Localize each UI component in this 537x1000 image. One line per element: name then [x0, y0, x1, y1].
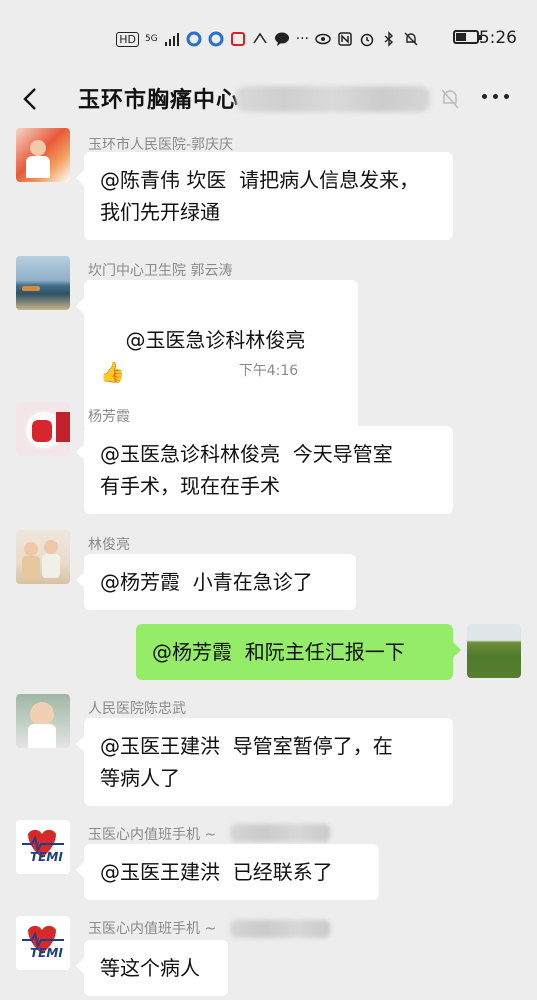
mute-bell-icon — [404, 32, 418, 46]
message-bubble[interactable]: 等这个病人 — [76, 940, 228, 996]
title-redaction — [236, 86, 430, 112]
message-bubble[interactable]: @杨芳霞 小青在急诊了 — [76, 554, 356, 610]
logo-text: TEMI — [30, 946, 63, 960]
more-dot-icon — [504, 94, 509, 99]
eye-icon — [315, 33, 331, 45]
message-bubble-self[interactable]: @杨芳霞 和阮主任汇报一下 — [136, 624, 461, 680]
signal-icon — [164, 33, 179, 46]
sender-redaction — [230, 824, 330, 842]
chat-header: 玉环市胸痛中心 — [0, 78, 537, 120]
more-dot-icon — [493, 94, 498, 99]
mute-notifications-icon — [441, 89, 459, 109]
message-bubble[interactable]: @玉医急诊科林俊亮 今天导管室 有手术，现在在手术 — [76, 426, 453, 514]
temi-logo-avatar[interactable]: TEMI — [16, 820, 70, 874]
sender-redaction — [230, 920, 330, 938]
hd-label: HD — [116, 31, 139, 47]
more-options-button[interactable] — [482, 94, 509, 99]
temi-logo-avatar[interactable]: TEMI — [16, 916, 70, 970]
heart-logo-icon — [22, 829, 64, 858]
avatar-self[interactable] — [467, 624, 521, 678]
avatar[interactable] — [16, 128, 70, 182]
app-icon-4 — [253, 32, 267, 44]
more-dot-icon — [482, 94, 487, 99]
alarm-icon — [360, 33, 374, 47]
app-icon-1 — [186, 31, 202, 47]
status-time: 5:26 — [478, 28, 517, 48]
avatar[interactable] — [16, 402, 70, 456]
message-bubble[interactable]: @玉医王建洪 已经联系了 — [76, 844, 379, 900]
message-bubble[interactable]: @玉医王建洪 导管室暂停了，在 等病人了 — [76, 718, 453, 806]
status-icons: HD 5G ··· — [116, 28, 419, 50]
avatar[interactable] — [16, 530, 70, 584]
chat-bubble-icon — [274, 32, 289, 46]
avatar[interactable] — [16, 256, 70, 310]
5g-label: 5G — [144, 34, 158, 44]
bluetooth-icon — [384, 31, 394, 47]
sender-name: 杨芳霞 — [88, 409, 130, 425]
heart-logo-icon — [22, 925, 64, 954]
time-divider: 下午4:16 — [238, 363, 299, 379]
logo-text: TEMI — [30, 850, 63, 864]
app-icon-3 — [230, 32, 245, 46]
chat-title: 玉环市胸痛中心 — [78, 88, 240, 113]
sender-name: 玉医心内值班手机 ~ — [88, 827, 217, 843]
sender-name: 玉医心内值班手机 ~ — [88, 921, 217, 937]
avatar[interactable] — [16, 694, 70, 748]
status-bar: HD 5G ··· 5:26 — [0, 0, 537, 78]
sender-name: 人民医院陈忠武 — [88, 701, 186, 717]
back-arrow-icon[interactable] — [18, 86, 44, 112]
sender-name: 玉环市人民医院-郭庆庆 — [88, 137, 234, 153]
app-icon-2 — [208, 31, 224, 47]
more-status-icon: ··· — [295, 31, 309, 47]
sender-name: 林俊亮 — [88, 537, 130, 553]
battery-icon — [453, 30, 482, 44]
nfc-icon — [338, 32, 352, 46]
sender-name: 坎门中心卫生院 郭云涛 — [88, 263, 233, 279]
message-bubble[interactable]: @陈青伟 坎医 请把病人信息发来， 我们先开绿通 — [76, 152, 453, 240]
